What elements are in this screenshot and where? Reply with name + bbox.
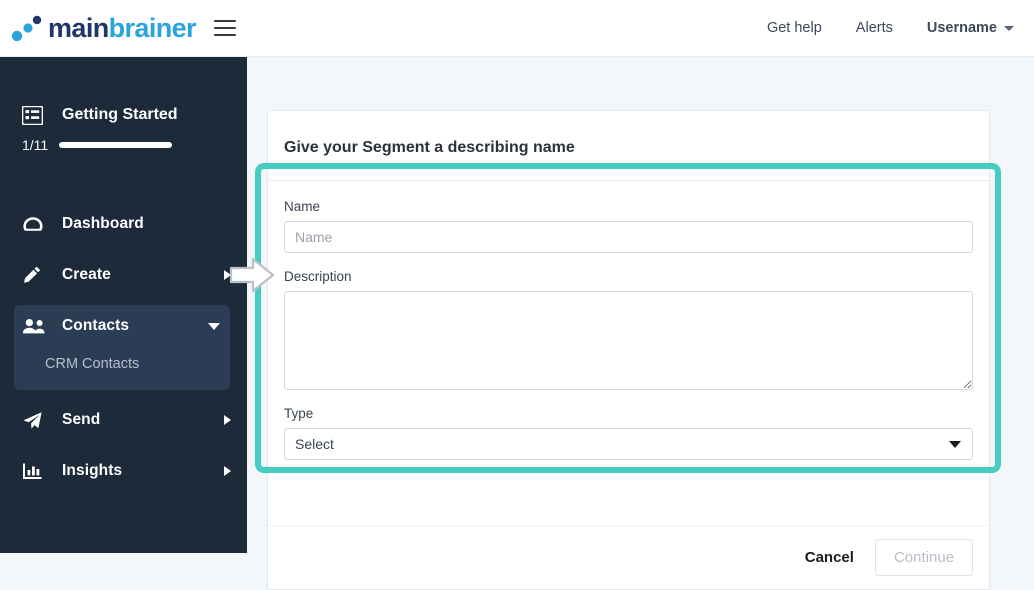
sidebar-item-dashboard-wrap: Dashboard — [0, 203, 247, 245]
sidebar-item-create-wrap: Create — [0, 254, 247, 296]
brand-logo[interactable]: mainbrainer — [10, 12, 197, 43]
getting-started-progress-bar — [59, 142, 173, 148]
type-select-value: Select — [295, 436, 334, 452]
logo-dots-icon — [10, 13, 44, 43]
top-header-bar: mainbrainer Get help Alerts Username — [0, 0, 1034, 57]
alerts-link[interactable]: Alerts — [856, 20, 893, 36]
list-icon — [22, 104, 48, 126]
sidebar-item-insights[interactable]: Insights — [0, 450, 247, 492]
sidebar-nav-list: Dashboard Create Contacts CRM Contacts S… — [0, 203, 247, 501]
type-label: Type — [284, 406, 314, 421]
sidebar-item-contacts[interactable]: Contacts — [14, 305, 230, 347]
paper-plane-icon — [22, 409, 48, 431]
description-label: Description — [284, 269, 352, 284]
sidebar-item-insights-wrap: Insights — [0, 450, 247, 492]
sidebar-label-insights: Insights — [62, 462, 123, 479]
sidebar-label-create: Create — [62, 266, 111, 283]
cancel-button[interactable]: Cancel — [801, 543, 858, 572]
segment-form-card: Give your Segment a describing name Name… — [267, 110, 990, 590]
sidebar-label-send: Send — [62, 411, 101, 428]
bar-chart-icon — [22, 460, 48, 482]
sidebar-item-crm-contacts[interactable]: CRM Contacts — [14, 347, 230, 384]
left-sidebar: Getting Started 1/11 Dashboard Create Co… — [0, 57, 247, 553]
top-navigation: Get help Alerts Username — [767, 20, 1014, 36]
name-label: Name — [284, 199, 321, 214]
sidebar-label-dashboard: Dashboard — [62, 215, 144, 232]
getting-started-count: 1/11 — [22, 137, 49, 153]
type-select[interactable]: Select — [284, 428, 973, 460]
main-content-area: Give your Segment a describing name Name… — [247, 57, 1034, 590]
type-field-block: Type Select — [284, 406, 973, 460]
sidebar-label-contacts: Contacts — [62, 317, 130, 334]
sidebar-item-contacts-wrap: Contacts CRM Contacts — [14, 305, 230, 390]
name-input[interactable] — [284, 221, 973, 253]
getting-started-label: Getting Started — [62, 106, 178, 123]
logo-wordmark: mainbrainer — [48, 12, 197, 43]
description-textarea[interactable] — [284, 291, 973, 390]
segment-form: Name Description Type Select — [268, 181, 989, 460]
pencil-icon — [22, 264, 48, 286]
description-field-block: Description — [284, 269, 973, 390]
get-help-link[interactable]: Get help — [767, 20, 822, 36]
chevron-down-icon — [1004, 25, 1014, 31]
hamburger-menu-icon[interactable] — [213, 20, 236, 36]
username-menu[interactable]: Username — [927, 20, 1014, 36]
sidebar-item-send-wrap: Send — [0, 399, 247, 441]
people-icon — [22, 315, 48, 337]
sidebar-item-send[interactable]: Send — [0, 399, 247, 441]
name-field-block: Name — [284, 199, 973, 253]
chevron-down-icon — [208, 322, 220, 330]
right-arrow-pointer-icon — [228, 255, 276, 295]
card-footer: Cancel Continue — [268, 525, 989, 589]
continue-button: Continue — [874, 539, 973, 576]
dashboard-gauge-icon — [22, 213, 48, 235]
logo-word-main: main — [48, 12, 109, 43]
type-select-wrap: Select — [284, 428, 973, 460]
sidebar-item-create[interactable]: Create — [0, 254, 247, 296]
chevron-right-icon — [224, 466, 231, 476]
sidebar-item-dashboard[interactable]: Dashboard — [0, 203, 247, 245]
logo-word-brainer: brainer — [108, 12, 197, 43]
username-label: Username — [926, 20, 997, 36]
page-title: Give your Segment a describing name — [284, 139, 575, 156]
getting-started-block[interactable]: Getting Started 1/11 — [0, 102, 247, 153]
chevron-right-icon — [224, 415, 231, 425]
